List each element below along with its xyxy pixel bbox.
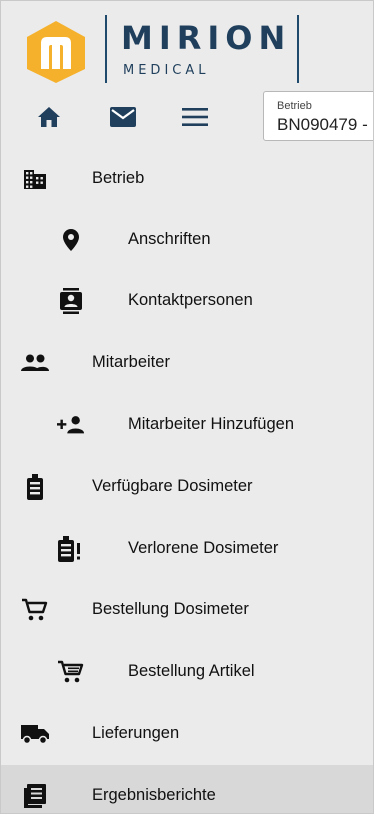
mail-button[interactable] — [103, 97, 143, 137]
people-icon — [21, 350, 49, 376]
menu-item-verfuegbare-dosimeter[interactable]: Verfügbare Dosimeter — [1, 456, 373, 517]
betrieb-select[interactable]: Betrieb BN090479 - — [263, 91, 373, 141]
brand-subtitle: MEDICAL — [123, 63, 210, 78]
betrieb-select-label: Betrieb — [277, 100, 312, 112]
menu-item-label: Mitarbeiter Hinzufügen — [128, 415, 294, 433]
menu-item-ergebnisberichte[interactable]: Ergebnisberichte — [1, 765, 373, 813]
menu-item-kontaktpersonen[interactable]: Kontaktpersonen — [1, 270, 373, 331]
top-nav — [1, 97, 251, 137]
location-pin-icon — [57, 227, 85, 253]
menu-item-bestellung-artikel[interactable]: Bestellung Artikel — [1, 641, 373, 702]
menu-item-label: Bestellung Artikel — [128, 662, 255, 680]
menu-item-label: Bestellung Dosimeter — [92, 600, 249, 618]
menu-item-label: Kontaktpersonen — [128, 291, 253, 309]
menu-item-anschriften[interactable]: Anschriften — [1, 209, 373, 270]
menu-item-betrieb[interactable]: Betrieb — [1, 148, 373, 209]
menu-item-verlorene-dosimeter[interactable]: Verlorene Dosimeter — [1, 518, 373, 579]
menu-icon — [182, 107, 208, 127]
menu-item-mitarbeiter[interactable]: Mitarbeiter — [1, 332, 373, 393]
home-icon — [37, 106, 61, 128]
menu-item-label: Verlorene Dosimeter — [128, 539, 279, 557]
mirion-logo-icon[interactable] — [23, 19, 89, 85]
mail-icon — [110, 107, 136, 127]
menu-item-label: Mitarbeiter — [92, 353, 170, 371]
menu-item-label: Betrieb — [92, 169, 145, 187]
report-icon — [21, 783, 49, 809]
brand-name: MIRION — [121, 19, 292, 57]
building-icon — [21, 166, 49, 192]
app-frame: MIRION MEDICAL Betrieb BN090479 - Betrie… — [0, 0, 374, 814]
cart-icon — [57, 659, 85, 685]
menu-item-mitarbeiter-hinzufuegen[interactable]: Mitarbeiter Hinzufügen — [1, 394, 373, 455]
contact-card-icon — [57, 288, 85, 314]
menu-item-bestellung-dosimeter[interactable]: Bestellung Dosimeter — [1, 579, 373, 640]
betrieb-select-value: BN090479 - — [277, 115, 368, 134]
menu-item-label: Ergebnisberichte — [92, 786, 216, 804]
dosimeter-icon — [21, 474, 49, 500]
menu-item-label: Verfügbare Dosimeter — [92, 477, 253, 495]
header: MIRION MEDICAL Betrieb BN090479 - — [1, 1, 373, 148]
menu-button[interactable] — [175, 97, 215, 137]
home-button[interactable] — [29, 97, 69, 137]
menu-item-label: Anschriften — [128, 230, 211, 248]
add-person-icon — [57, 412, 85, 438]
menu-item-label: Lieferungen — [92, 724, 180, 742]
logo-divider — [105, 15, 107, 83]
cart-icon — [21, 597, 49, 623]
dosimeter-alert-icon — [57, 536, 85, 562]
menu-item-lieferungen[interactable]: Lieferungen — [1, 703, 373, 764]
truck-icon — [21, 721, 49, 747]
logo-divider — [297, 15, 299, 83]
